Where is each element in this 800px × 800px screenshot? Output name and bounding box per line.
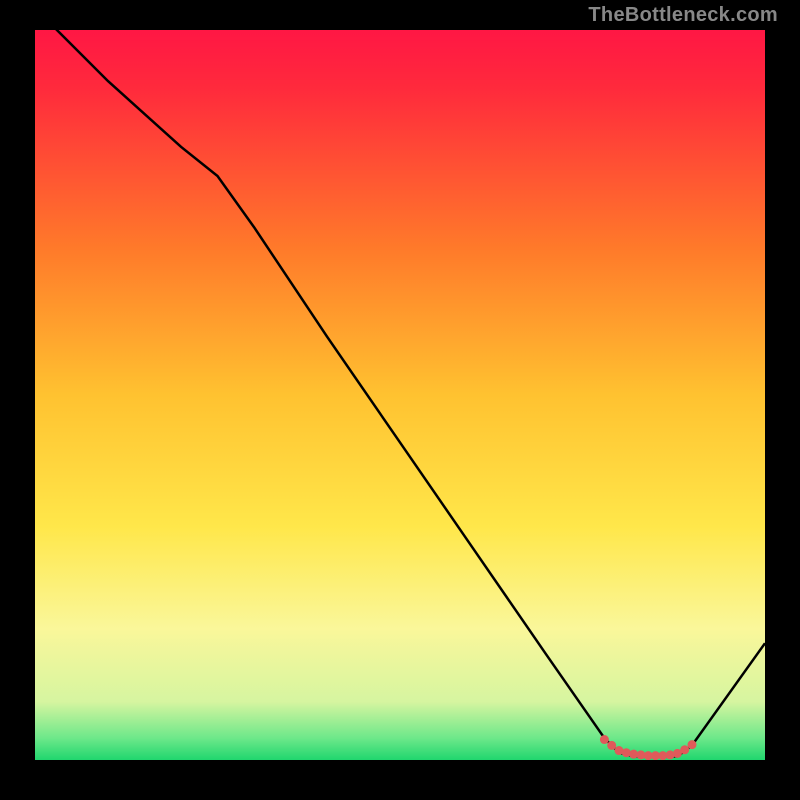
marker-dot [607, 741, 616, 750]
chart-container: TheBottleneck.com [0, 0, 800, 800]
bottleneck-chart [35, 30, 765, 760]
watermark-text: TheBottleneck.com [588, 4, 778, 27]
marker-dot [688, 740, 697, 749]
marker-dot [600, 735, 609, 744]
marker-dot [680, 745, 689, 754]
plot-area [35, 30, 765, 760]
gradient-background [35, 30, 765, 760]
